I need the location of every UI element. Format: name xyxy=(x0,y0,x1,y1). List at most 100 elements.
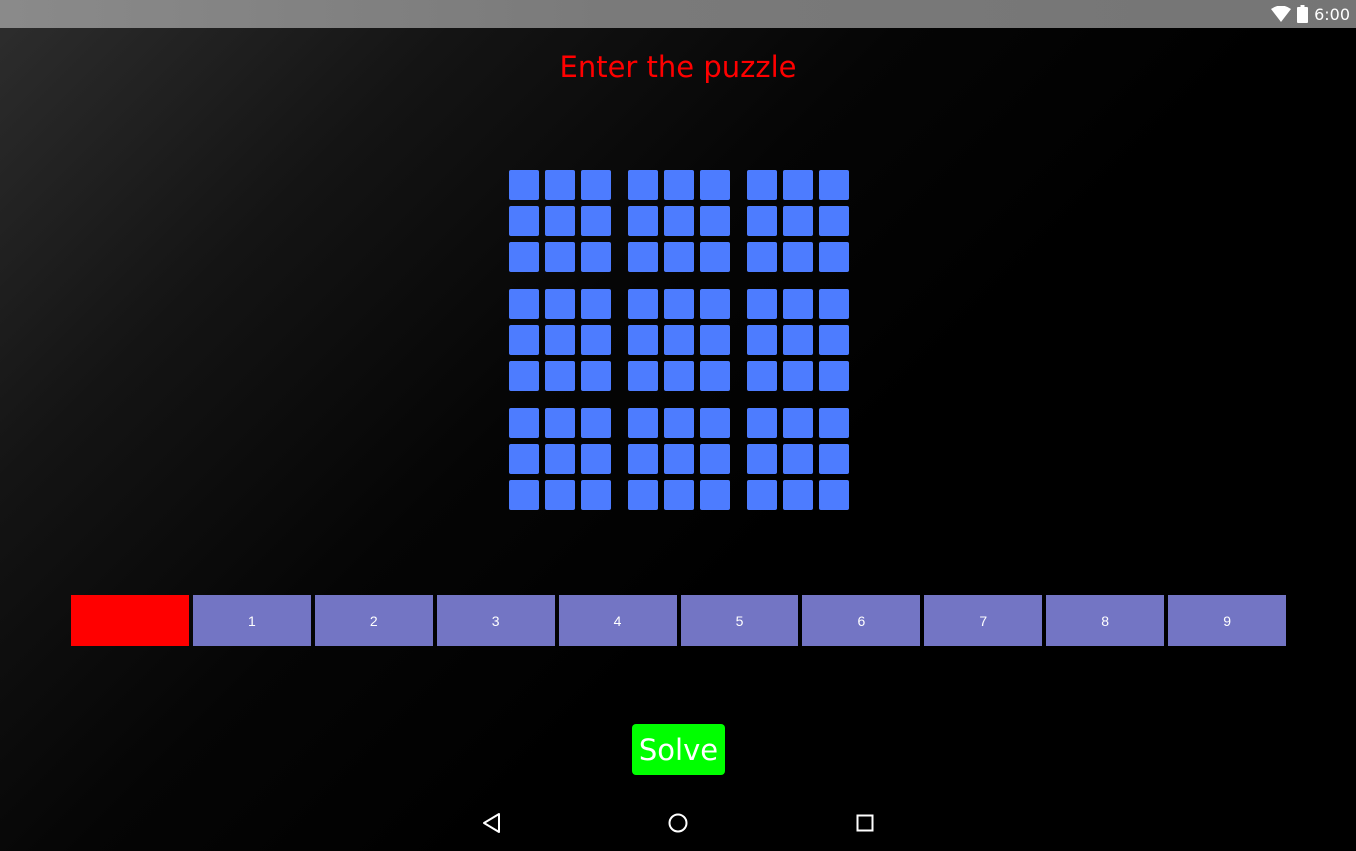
digit-button-1[interactable]: 1 xyxy=(192,595,311,646)
grid-cell[interactable] xyxy=(819,206,849,236)
status-bar: 6:00 xyxy=(0,0,1356,28)
grid-cell[interactable] xyxy=(783,206,813,236)
grid-cell[interactable] xyxy=(581,289,611,319)
digit-button-8[interactable]: 8 xyxy=(1046,595,1165,646)
grid-cell[interactable] xyxy=(747,444,777,474)
grid-cell[interactable] xyxy=(628,480,658,510)
grid-cell[interactable] xyxy=(581,170,611,200)
grid-cell[interactable] xyxy=(700,242,730,272)
grid-cell[interactable] xyxy=(628,289,658,319)
grid-cell[interactable] xyxy=(509,242,539,272)
grid-cell[interactable] xyxy=(700,361,730,391)
grid-cell[interactable] xyxy=(545,289,575,319)
digit-button-2[interactable]: 2 xyxy=(314,595,433,646)
grid-cell[interactable] xyxy=(747,242,777,272)
grid-cell[interactable] xyxy=(819,242,849,272)
back-icon[interactable] xyxy=(478,809,506,837)
grid-cell[interactable] xyxy=(545,206,575,236)
grid-cell[interactable] xyxy=(747,480,777,510)
grid-cell[interactable] xyxy=(747,170,777,200)
digit-button-4[interactable]: 4 xyxy=(558,595,677,646)
digit-button-9[interactable]: 9 xyxy=(1168,595,1287,646)
grid-cell[interactable] xyxy=(664,206,694,236)
grid-cell[interactable] xyxy=(581,242,611,272)
grid-cell[interactable] xyxy=(581,361,611,391)
grid-cell[interactable] xyxy=(664,242,694,272)
grid-cell[interactable] xyxy=(509,206,539,236)
digit-button-6[interactable]: 6 xyxy=(802,595,921,646)
grid-cell[interactable] xyxy=(747,289,777,319)
grid-cell[interactable] xyxy=(700,170,730,200)
grid-cell[interactable] xyxy=(581,206,611,236)
grid-cell[interactable] xyxy=(509,361,539,391)
grid-cell[interactable] xyxy=(545,170,575,200)
grid-cell[interactable] xyxy=(545,361,575,391)
digit-button-7[interactable]: 7 xyxy=(924,595,1043,646)
grid-cell[interactable] xyxy=(509,289,539,319)
grid-cell[interactable] xyxy=(783,361,813,391)
grid-cell[interactable] xyxy=(819,361,849,391)
grid-cell[interactable] xyxy=(819,408,849,438)
digit-button-3[interactable]: 3 xyxy=(436,595,555,646)
grid-cell[interactable] xyxy=(700,325,730,355)
grid-cell[interactable] xyxy=(819,480,849,510)
grid-cell[interactable] xyxy=(628,444,658,474)
grid-cell[interactable] xyxy=(628,242,658,272)
grid-cell[interactable] xyxy=(664,325,694,355)
grid-cell[interactable] xyxy=(664,480,694,510)
grid-cell[interactable] xyxy=(664,444,694,474)
grid-cell[interactable] xyxy=(509,325,539,355)
battery-icon xyxy=(1297,5,1309,23)
grid-cell[interactable] xyxy=(783,480,813,510)
grid-cell[interactable] xyxy=(509,480,539,510)
home-icon[interactable] xyxy=(664,809,692,837)
grid-cell[interactable] xyxy=(783,170,813,200)
digit-button-5[interactable]: 5 xyxy=(680,595,799,646)
grid-cell[interactable] xyxy=(628,361,658,391)
recents-icon[interactable] xyxy=(851,809,879,837)
grid-cell[interactable] xyxy=(545,444,575,474)
grid-cell[interactable] xyxy=(819,444,849,474)
clear-digit-button[interactable] xyxy=(71,595,189,646)
grid-cell[interactable] xyxy=(700,480,730,510)
grid-cell[interactable] xyxy=(581,325,611,355)
grid-cell[interactable] xyxy=(783,408,813,438)
grid-cell[interactable] xyxy=(700,444,730,474)
grid-cell[interactable] xyxy=(509,170,539,200)
grid-cell[interactable] xyxy=(628,170,658,200)
grid-cell[interactable] xyxy=(819,289,849,319)
grid-cell[interactable] xyxy=(545,480,575,510)
grid-cell[interactable] xyxy=(545,408,575,438)
grid-cell[interactable] xyxy=(783,242,813,272)
grid-cell[interactable] xyxy=(628,408,658,438)
grid-cell[interactable] xyxy=(628,206,658,236)
grid-cell[interactable] xyxy=(628,325,658,355)
grid-cell[interactable] xyxy=(581,408,611,438)
grid-cell[interactable] xyxy=(545,325,575,355)
grid-cell[interactable] xyxy=(545,242,575,272)
grid-cell[interactable] xyxy=(783,325,813,355)
grid-cell[interactable] xyxy=(783,444,813,474)
grid-cell[interactable] xyxy=(747,361,777,391)
grid-cell[interactable] xyxy=(700,289,730,319)
grid-cell[interactable] xyxy=(664,408,694,438)
grid-cell[interactable] xyxy=(747,408,777,438)
grid-cell[interactable] xyxy=(819,170,849,200)
page-title: Enter the puzzle xyxy=(559,50,797,84)
grid-cell[interactable] xyxy=(581,480,611,510)
grid-cell[interactable] xyxy=(783,289,813,319)
grid-cell[interactable] xyxy=(509,408,539,438)
grid-cell[interactable] xyxy=(819,325,849,355)
solve-button[interactable]: Solve xyxy=(632,724,725,775)
grid-cell[interactable] xyxy=(664,170,694,200)
grid-cell[interactable] xyxy=(747,325,777,355)
grid-cell[interactable] xyxy=(664,361,694,391)
grid-cell[interactable] xyxy=(700,408,730,438)
grid-cell[interactable] xyxy=(700,206,730,236)
grid-cell[interactable] xyxy=(747,206,777,236)
digit-picker: 123456789 xyxy=(71,595,1287,646)
grid-cell[interactable] xyxy=(509,444,539,474)
grid-cell[interactable] xyxy=(664,289,694,319)
grid-cell[interactable] xyxy=(581,444,611,474)
wifi-icon xyxy=(1271,6,1292,22)
